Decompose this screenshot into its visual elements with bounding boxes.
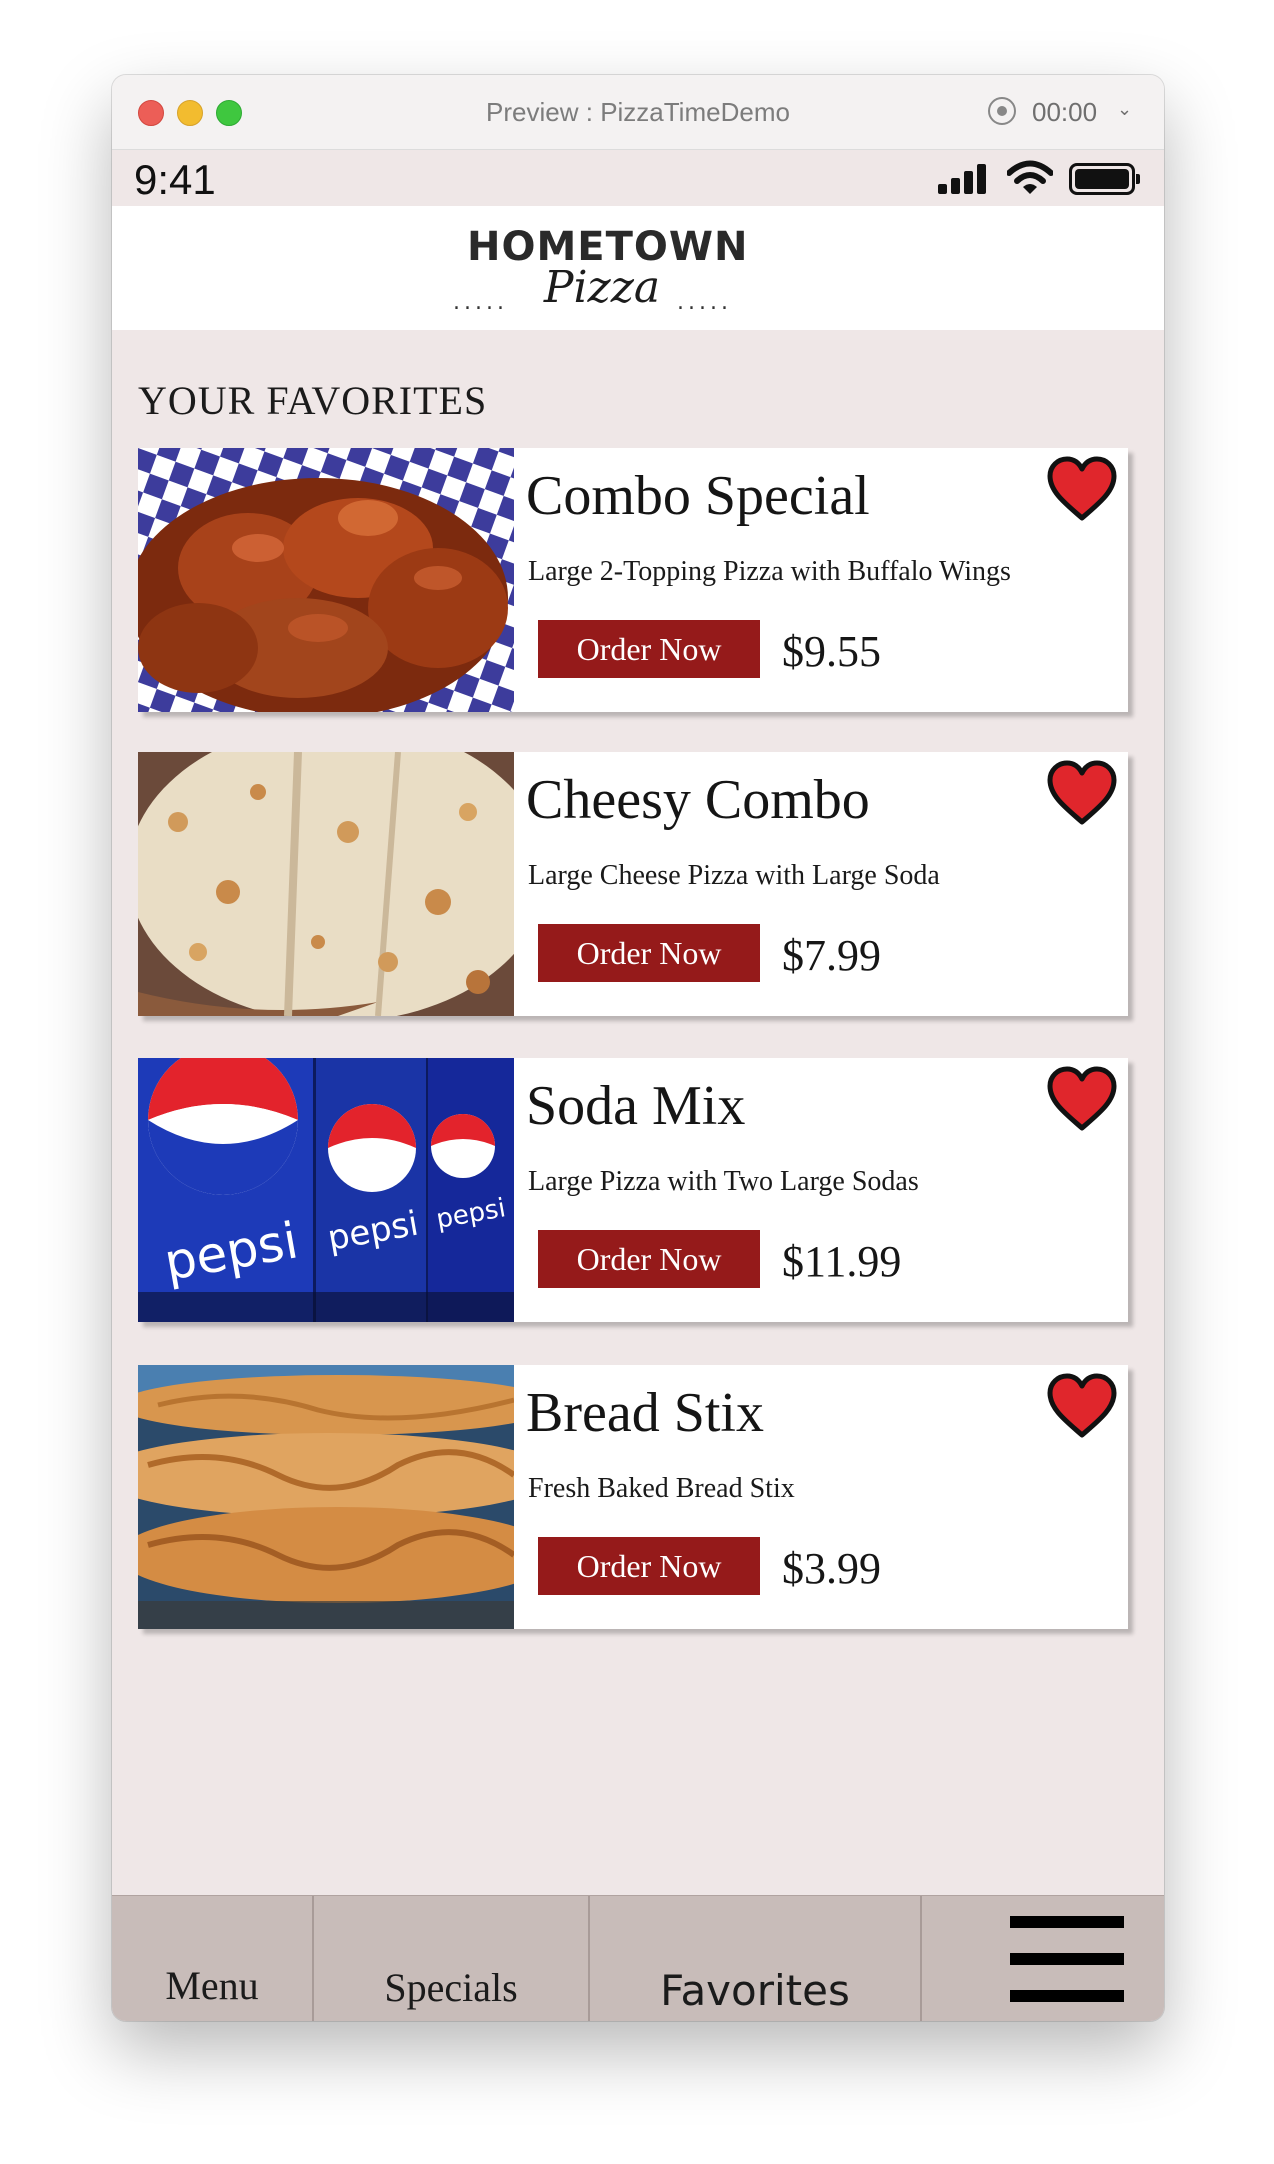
logo-dots-right: ..... [677, 290, 732, 315]
item-price: $7.99 [782, 931, 881, 980]
item-name: Bread Stix [526, 1382, 764, 1444]
section-title: YOUR FAVORITES [138, 378, 488, 423]
heart-icon[interactable] [1046, 760, 1118, 826]
heart-icon[interactable] [1046, 456, 1118, 522]
tab-more[interactable] [922, 1896, 1164, 2021]
ios-status-bar: 9:41 [112, 150, 1164, 206]
hamburger-menu-icon[interactable] [1010, 1916, 1124, 2002]
preview-timer: 00:00 [1032, 97, 1098, 127]
chevron-down-icon[interactable]: ⌄ [1117, 99, 1132, 120]
status-time: 9:41 [134, 156, 216, 203]
item-description: Large 2-Topping Pizza with Buffalo Wings [528, 556, 1011, 587]
heart-icon[interactable] [1046, 1373, 1118, 1439]
item-description: Large Cheese Pizza with Large Soda [528, 860, 940, 891]
item-description: Fresh Baked Bread Stix [528, 1473, 795, 1504]
item-price: $3.99 [782, 1544, 881, 1593]
favorite-card-bread-stix: Bread Stix Fresh Baked Bread Stix Order … [138, 1365, 1128, 1629]
app-header: HOMETOWN ..... Pizza ..... [112, 206, 1164, 330]
favorite-card-combo-special: Combo Special Large 2-Topping Pizza with… [138, 448, 1128, 712]
tab-menu[interactable]: Menu [112, 1896, 314, 2021]
cellular-signal-icon [938, 164, 994, 194]
battery-icon [1069, 163, 1140, 195]
tab-specials[interactable]: Specials [314, 1896, 590, 2021]
item-price: $11.99 [782, 1237, 902, 1286]
order-now-button[interactable]: Order Now [538, 1230, 760, 1288]
buffalo-wings-image [138, 448, 514, 712]
tab-label: Specials [384, 1965, 518, 2010]
item-price: $9.55 [782, 627, 881, 676]
soda-bottles-image: pepsi pepsi pepsi [138, 1058, 514, 1322]
order-now-button[interactable]: Order Now [538, 620, 760, 678]
tab-label: Favorites [660, 1966, 850, 2015]
preview-window: Preview : PizzaTimeDemo 00:00 ⌄ 9:41 HOM… [112, 75, 1164, 2021]
hometown-pizza-logo: HOMETOWN ..... Pizza ..... [453, 224, 748, 318]
item-description: Large Pizza with Two Large Sodas [528, 1166, 919, 1197]
tab-label: Menu [165, 1963, 259, 2008]
bottom-tab-bar: Menu Specials Favorites [112, 1895, 1164, 2021]
record-icon[interactable] [988, 97, 1016, 125]
item-name: Cheesy Combo [526, 769, 870, 831]
heart-icon[interactable] [1046, 1066, 1118, 1132]
order-now-button[interactable]: Order Now [538, 1537, 760, 1595]
favorite-card-soda-mix: pepsi pepsi pepsi Soda Mix Large Pizza w… [138, 1058, 1128, 1322]
favorite-card-cheesy-combo: Cheesy Combo Large Cheese Pizza with Lar… [138, 752, 1128, 1016]
item-name: Combo Special [526, 465, 870, 527]
bread-sticks-image [138, 1365, 514, 1629]
order-now-button[interactable]: Order Now [538, 924, 760, 982]
cheese-pizza-image [138, 752, 514, 1016]
wifi-icon [1007, 160, 1053, 194]
tab-favorites[interactable]: Favorites [590, 1896, 922, 2021]
item-name: Soda Mix [526, 1075, 746, 1137]
window-titlebar: Preview : PizzaTimeDemo 00:00 ⌄ [112, 75, 1164, 150]
